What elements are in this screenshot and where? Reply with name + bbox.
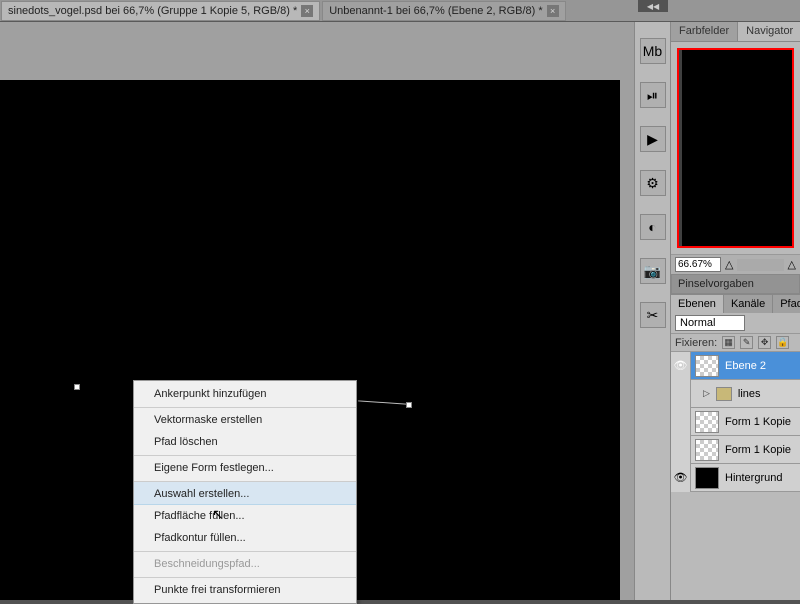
menu-free-transform[interactable]: Punkte frei transformieren bbox=[134, 577, 356, 601]
tab-navigator[interactable]: Navigator bbox=[738, 22, 800, 41]
tab-kanale[interactable]: Kanäle bbox=[724, 295, 773, 313]
layer-thumbnail[interactable] bbox=[695, 355, 719, 377]
folder-icon bbox=[716, 387, 732, 401]
zoom-in-icon[interactable]: △ bbox=[788, 258, 796, 271]
zoom-input[interactable] bbox=[675, 257, 721, 272]
layer-thumbnail[interactable] bbox=[695, 411, 719, 433]
layer-group-row[interactable]: ▷ lines bbox=[671, 380, 800, 408]
anchor-point[interactable] bbox=[74, 384, 80, 390]
menu-make-selection[interactable]: Auswahl erstellen... bbox=[134, 481, 356, 505]
lock-row: Fixieren: ▦ ✎ ✥ 🔒 bbox=[671, 333, 800, 352]
layer-row[interactable]: 👁 Hintergrund bbox=[671, 464, 800, 492]
history-state-icon[interactable]: ⏯ bbox=[640, 82, 666, 108]
layer-thumbnail[interactable] bbox=[695, 439, 719, 461]
close-icon[interactable]: × bbox=[547, 5, 559, 17]
blend-mode-select[interactable]: Normal bbox=[675, 315, 745, 331]
color-nav-tabs: Farbfelder Navigator bbox=[671, 22, 800, 42]
layer-name[interactable]: Form 1 Kopie bbox=[723, 444, 800, 456]
visibility-toggle[interactable]: 👁 bbox=[671, 464, 691, 492]
visibility-toggle[interactable] bbox=[671, 436, 691, 464]
menu-add-anchor[interactable]: Ankerpunkt hinzufügen bbox=[134, 383, 356, 405]
lock-move-icon[interactable]: ✥ bbox=[758, 336, 771, 349]
layers-channels-paths-tabs: Ebenen Kanäle Pfade bbox=[671, 295, 800, 313]
tab-label: sinedots_vogel.psd bei 66,7% (Gruppe 1 K… bbox=[8, 5, 297, 17]
layer-row[interactable]: Form 1 Kopie bbox=[671, 408, 800, 436]
document-tab-bar: sinedots_vogel.psd bei 66,7% (Gruppe 1 K… bbox=[0, 0, 800, 22]
blend-mode-row: Normal bbox=[671, 313, 800, 333]
fixieren-label: Fixieren: bbox=[675, 337, 717, 349]
menu-vector-mask[interactable]: Vektormaske erstellen bbox=[134, 407, 356, 431]
path-context-menu: Ankerpunkt hinzufügen Vektormaske erstel… bbox=[133, 380, 357, 604]
lock-paint-icon[interactable]: ✎ bbox=[740, 336, 753, 349]
menu-define-shape[interactable]: Eigene Form festlegen... bbox=[134, 455, 356, 479]
zoom-slider[interactable] bbox=[737, 259, 783, 271]
layer-name[interactable]: Hintergrund bbox=[723, 472, 800, 484]
settings-icon[interactable]: ⚙ bbox=[640, 170, 666, 196]
layer-name[interactable]: lines bbox=[736, 388, 800, 400]
document-tab-1[interactable]: sinedots_vogel.psd bei 66,7% (Gruppe 1 K… bbox=[1, 1, 320, 21]
layer-thumbnail[interactable] bbox=[695, 467, 719, 489]
disclosure-triangle-icon[interactable]: ▷ bbox=[703, 388, 710, 399]
contrast-icon[interactable]: ◐ bbox=[640, 214, 666, 240]
navigator-preview[interactable] bbox=[677, 48, 794, 248]
lock-all-icon[interactable]: 🔒 bbox=[776, 336, 789, 349]
menu-clipping-path: Beschneidungspfad... bbox=[134, 551, 356, 575]
anchor-point[interactable] bbox=[406, 402, 412, 408]
workspace: Ankerpunkt hinzufügen Vektormaske erstel… bbox=[0, 22, 800, 600]
menu-stroke-path[interactable]: Pfadkontur füllen... bbox=[134, 527, 356, 549]
document-tab-2[interactable]: Unbenannt-1 bei 66,7% (Ebene 2, RGB/8) *… bbox=[322, 1, 565, 21]
tab-label: Unbenannt-1 bei 66,7% (Ebene 2, RGB/8) * bbox=[329, 5, 542, 17]
mini-toolbar: Mb ⏯ ▶ ⚙ ◐ 📷 ✂ bbox=[634, 22, 670, 600]
layer-name[interactable]: Form 1 Kopie bbox=[723, 416, 800, 428]
cursor-icon: ↖ bbox=[212, 506, 224, 523]
canvas-area: Ankerpunkt hinzufügen Vektormaske erstel… bbox=[0, 22, 634, 600]
right-panel-group: Farbfelder Navigator △ △ Pinselvorgaben … bbox=[670, 22, 800, 600]
visibility-toggle[interactable] bbox=[671, 408, 691, 436]
menu-fill-path[interactable]: Pfadfläche füllen... bbox=[134, 505, 356, 527]
tab-pfade[interactable]: Pfade bbox=[773, 295, 800, 313]
crop-icon[interactable]: ✂ bbox=[640, 302, 666, 328]
visibility-toggle[interactable]: 👁 bbox=[671, 352, 691, 380]
visibility-toggle[interactable] bbox=[671, 380, 691, 408]
zoom-out-icon[interactable]: △ bbox=[725, 258, 733, 271]
layer-name[interactable]: Ebene 2 bbox=[723, 360, 800, 372]
tab-ebenen[interactable]: Ebenen bbox=[671, 295, 724, 313]
brush-presets-header[interactable]: Pinselvorgaben bbox=[671, 274, 800, 294]
menu-delete-path[interactable]: Pfad löschen bbox=[134, 431, 356, 453]
layers-panel: Ebenen Kanäle Pfade Normal Fixieren: ▦ ✎… bbox=[671, 294, 800, 492]
tab-farbfelder[interactable]: Farbfelder bbox=[671, 22, 738, 41]
layer-row[interactable]: 👁 Ebene 2 bbox=[671, 352, 800, 380]
camera-icon[interactable]: 📷 bbox=[640, 258, 666, 284]
expand-panels-button[interactable]: ◀◀ bbox=[638, 0, 668, 12]
close-icon[interactable]: × bbox=[301, 5, 313, 17]
lock-transparency-icon[interactable]: ▦ bbox=[722, 336, 735, 349]
play-icon[interactable]: ▶ bbox=[640, 126, 666, 152]
zoom-control-row: △ △ bbox=[671, 254, 800, 274]
mb-tool-icon[interactable]: Mb bbox=[640, 38, 666, 64]
navigator-thumbnail bbox=[682, 50, 792, 246]
layer-row[interactable]: Form 1 Kopie bbox=[671, 436, 800, 464]
